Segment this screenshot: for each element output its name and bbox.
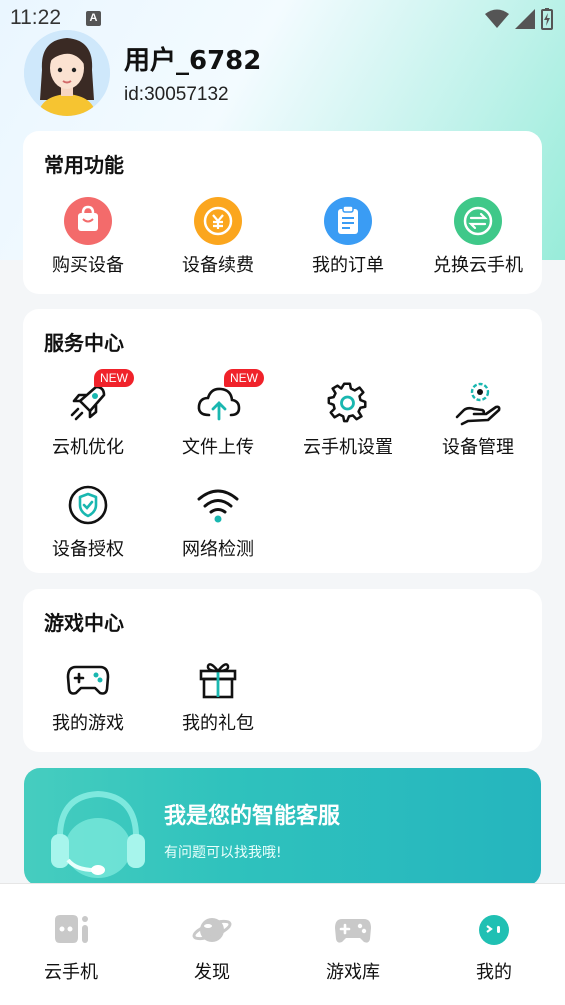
notification-icon: A: [86, 11, 101, 26]
user-id: id:30057132: [124, 84, 229, 105]
smart-customer-service-banner[interactable]: 我是您的智能客服 有问题可以找我哦!: [24, 768, 541, 886]
planet-icon: [192, 912, 232, 948]
section-title-service: 服务中心: [44, 331, 124, 355]
cloud-optimize-button[interactable]: NEW 云机优化: [23, 369, 153, 459]
exchange-icon: [454, 197, 502, 245]
gamepad-icon: [64, 655, 112, 703]
rocket-icon: NEW: [64, 369, 134, 427]
item-label: 网络检测: [182, 539, 254, 560]
gift-icon: [194, 655, 242, 703]
item-label: 文件上传: [182, 437, 254, 458]
signal-icon: [515, 9, 535, 29]
tab-discover[interactable]: 发现: [162, 912, 262, 984]
profile-face-icon: [474, 912, 514, 948]
item-label: 设备管理: [442, 437, 514, 458]
new-badge: NEW: [94, 369, 134, 387]
device-authorization-button[interactable]: 设备授权: [23, 481, 153, 561]
section-title-common: 常用功能: [44, 153, 124, 177]
exchange-cloud-phone-button[interactable]: 兑换云手机: [413, 197, 543, 277]
file-upload-button[interactable]: NEW 文件上传: [153, 369, 283, 459]
hand-gear-icon: [454, 379, 502, 427]
item-label: 我的游戏: [52, 713, 124, 734]
renew-coin-icon: [194, 197, 242, 245]
bottom-tab-bar: 云手机 发现 游戏库 我的: [0, 883, 565, 1005]
buy-device-button[interactable]: 购买设备: [23, 197, 153, 277]
clipboard-order-icon: [324, 197, 372, 245]
status-time: 11:22: [10, 6, 61, 29]
username: 用户_6782: [124, 46, 262, 76]
cloud-upload-icon: NEW: [194, 369, 264, 427]
shield-check-icon: [64, 481, 112, 529]
item-label: 我的礼包: [182, 713, 254, 734]
status-icons: [485, 8, 553, 30]
tab-label: 发现: [194, 962, 230, 983]
service-center-card: 服务中心 NEW 云机优化 NEW 文件上传 云手机设置 设备管理 设备授权 网…: [23, 309, 542, 573]
status-bar: 11:22 A: [0, 0, 565, 36]
wifi-status-icon: [485, 9, 509, 28]
item-label: 我的订单: [312, 255, 384, 276]
customer-service-title: 我是您的智能客服: [164, 804, 341, 829]
tab-cloud-phone[interactable]: 云手机: [21, 912, 121, 984]
common-functions-card: 常用功能 购买设备 设备续费 我的订单 兑换云手机: [23, 131, 542, 294]
new-badge: NEW: [224, 369, 264, 387]
item-label: 购买设备: [52, 255, 124, 276]
my-orders-button[interactable]: 我的订单: [283, 197, 413, 277]
item-label: 设备续费: [182, 255, 254, 276]
gamepad-tab-icon: [333, 912, 373, 948]
network-detection-button[interactable]: 网络检测: [153, 481, 283, 561]
item-label: 设备授权: [52, 539, 124, 560]
wifi-icon: [194, 481, 242, 529]
tab-mine[interactable]: 我的: [444, 912, 544, 984]
tab-label: 云手机: [44, 962, 98, 983]
tab-label: 游戏库: [326, 962, 380, 983]
device-management-button[interactable]: 设备管理: [413, 379, 543, 459]
cloud-phone-settings-button[interactable]: 云手机设置: [283, 379, 413, 459]
customer-service-subtitle: 有问题可以找我哦!: [164, 845, 282, 861]
shopping-bag-icon: [64, 197, 112, 245]
battery-icon: [541, 8, 553, 30]
renew-device-button[interactable]: 设备续费: [153, 197, 283, 277]
gear-icon: [324, 379, 372, 427]
game-center-card: 游戏中心 我的游戏 我的礼包: [23, 589, 542, 752]
my-gifts-button[interactable]: 我的礼包: [153, 655, 283, 735]
item-label: 兑换云手机: [433, 255, 523, 276]
tab-game-library[interactable]: 游戏库: [303, 912, 403, 984]
section-title-game: 游戏中心: [44, 611, 124, 635]
my-games-button[interactable]: 我的游戏: [23, 655, 153, 735]
tab-label: 我的: [476, 962, 512, 983]
cloud-phone-icon: [51, 912, 91, 948]
headset-icon: [51, 790, 145, 878]
avatar[interactable]: [24, 30, 110, 116]
item-label: 云手机设置: [303, 437, 393, 458]
item-label: 云机优化: [52, 437, 124, 458]
